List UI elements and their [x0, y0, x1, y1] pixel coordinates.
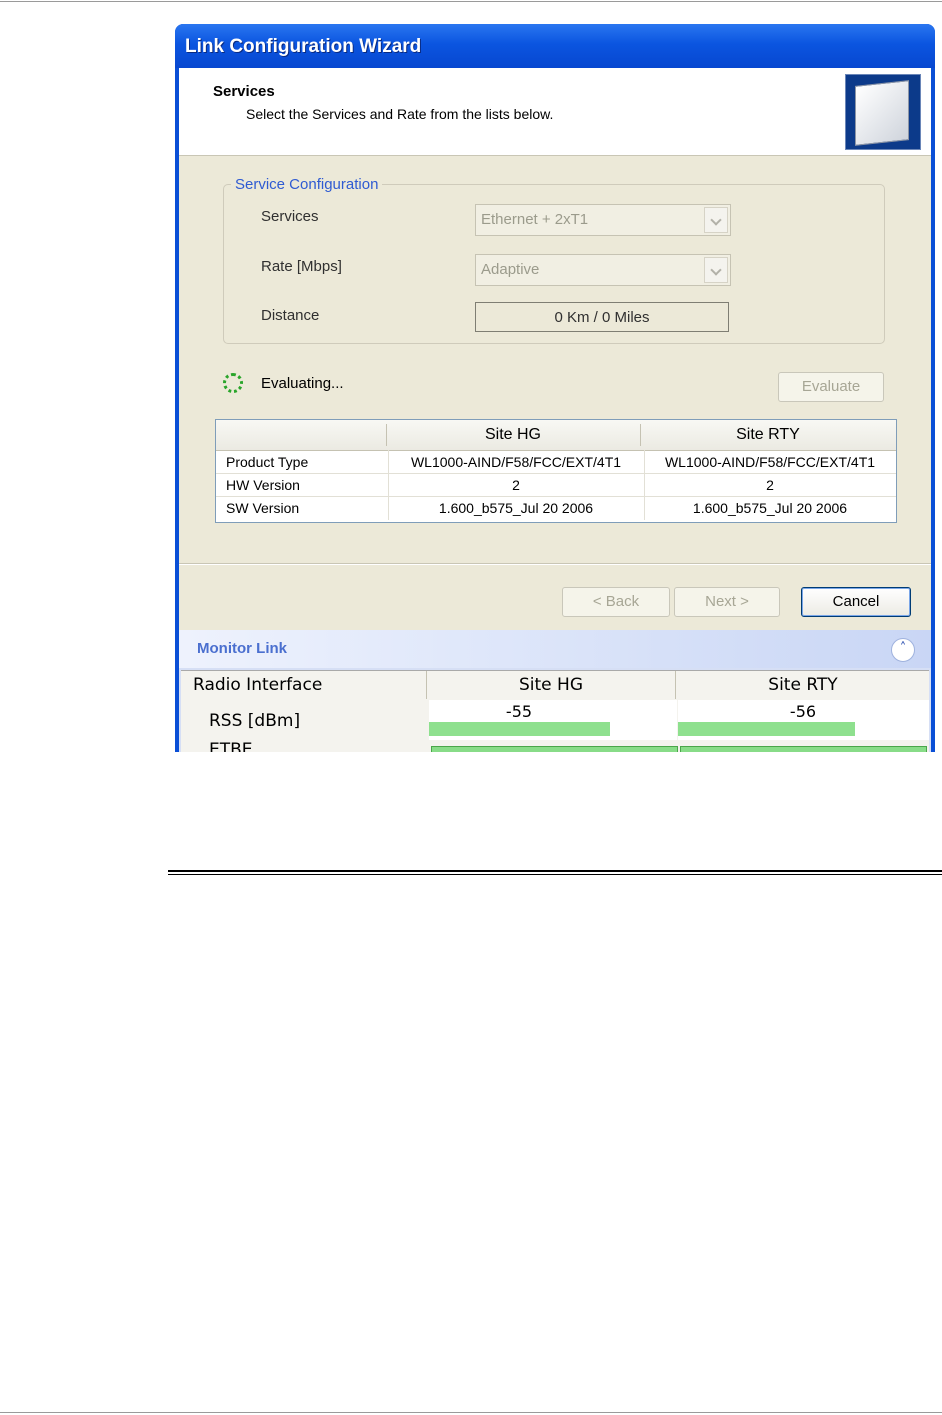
rate-value: Adaptive	[481, 261, 540, 278]
etbe-scale-hg: sec min hour day month year	[431, 746, 678, 752]
site-rty-header: Site RTY	[675, 671, 930, 699]
step-title: Services	[213, 83, 275, 100]
table-cell: WL1000-AIND/F58/FCC/EXT/4T1	[410, 454, 622, 470]
antenna-icon	[845, 74, 921, 150]
site-hg-header: Site HG	[426, 671, 675, 699]
distance-value: 0 Km / 0 Miles	[554, 309, 650, 326]
table-cell: 1.600_b575_Jul 20 2006	[692, 500, 848, 516]
table-cell: 2	[512, 477, 520, 493]
window-title: Link Configuration Wizard	[185, 36, 422, 57]
back-button[interactable]: < Back	[562, 587, 670, 617]
rate-select[interactable]: Adaptive	[475, 254, 731, 286]
column-header-site-hg: Site HG	[484, 426, 541, 443]
evaluate-button[interactable]: Evaluate	[778, 372, 884, 402]
monitor-title: Monitor Link	[197, 640, 287, 657]
status-text: Evaluating...	[261, 375, 344, 392]
chevron-down-icon[interactable]	[704, 257, 728, 283]
radio-interface-header: Radio Interface	[193, 675, 323, 695]
collapse-up-icon[interactable]: ˄	[891, 638, 915, 662]
section-divider	[168, 870, 942, 875]
site-info-table: Site HG Site RTY Product Type WL1000-AIN…	[215, 419, 897, 523]
loading-spinner-icon	[223, 373, 243, 393]
table-cell: WL1000-AIND/F58/FCC/EXT/4T1	[664, 454, 876, 470]
wizard-window: Link Configuration Wizard Services Selec…	[175, 24, 935, 752]
rss-value-hg: -55	[505, 702, 533, 721]
services-value: Ethernet + 2xT1	[481, 211, 589, 228]
page-bottom-rule	[0, 1412, 942, 1413]
services-label: Services	[261, 208, 319, 225]
title-bar[interactable]: Link Configuration Wizard	[175, 24, 935, 68]
table-header: Site HG Site RTY	[216, 420, 896, 451]
next-button[interactable]: Next >	[674, 587, 780, 617]
monitor-grid: Radio Interface Site HG Site RTY RSS [dB…	[181, 670, 929, 752]
rss-bar-hg	[429, 722, 610, 736]
services-select[interactable]: Ethernet + 2xT1	[475, 204, 731, 236]
rate-label: Rate [Mbps]	[261, 258, 342, 275]
monitor-header[interactable]: Monitor Link ˄	[179, 630, 931, 668]
table-row-label: SW Version	[226, 500, 300, 516]
table-cell: 1.600_b575_Jul 20 2006	[438, 500, 594, 516]
page-top-rule	[0, 1, 942, 2]
table-row-label: Product Type	[226, 454, 309, 470]
distance-label: Distance	[261, 307, 320, 324]
rss-cell-rty: -56	[678, 700, 929, 740]
group-legend: Service Configuration	[231, 176, 383, 193]
cancel-button[interactable]: Cancel	[801, 587, 911, 617]
column-header-site-rty: Site RTY	[736, 426, 800, 443]
etbe-scale-rty: sec min hour day month year	[680, 746, 927, 752]
rss-value-rty: -56	[789, 702, 817, 721]
wizard-client-area: Services Select the Services and Rate fr…	[179, 68, 931, 752]
chevron-down-icon[interactable]	[704, 207, 728, 233]
table-row-label: HW Version	[226, 477, 300, 493]
rss-cell-hg: -55	[429, 700, 677, 740]
monitor-link-panel: Monitor Link ˄ Radio Interface Site HG S…	[179, 630, 931, 752]
etbe-label: ETBE	[209, 740, 253, 752]
step-subtitle: Select the Services and Rate from the li…	[246, 106, 554, 122]
table-cell: 2	[766, 477, 774, 493]
distance-field: 0 Km / 0 Miles	[475, 302, 729, 332]
rss-label: RSS [dBm]	[209, 711, 301, 731]
wizard-header: Services Select the Services and Rate fr…	[179, 68, 931, 156]
rss-bar-rty	[678, 722, 855, 736]
button-divider	[179, 563, 931, 565]
